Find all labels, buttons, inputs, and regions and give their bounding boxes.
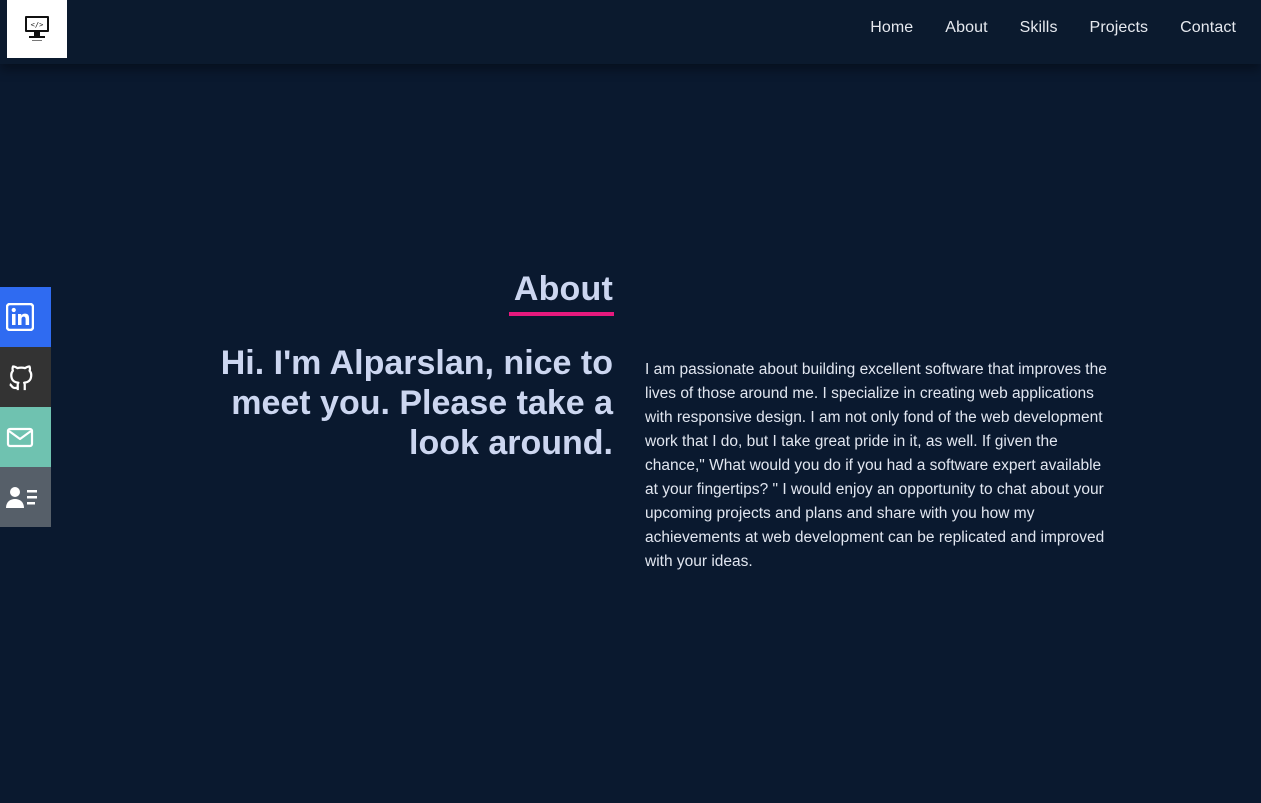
- svg-text:</>: </>: [31, 21, 44, 29]
- nav-about[interactable]: About: [945, 19, 987, 37]
- nav-projects[interactable]: Projects: [1090, 19, 1149, 37]
- social-sidebar: [0, 287, 51, 527]
- site-header: </> Home About Skills Projects Contact: [0, 0, 1261, 64]
- logo[interactable]: </>: [7, 0, 67, 58]
- nav-skills[interactable]: Skills: [1020, 19, 1058, 37]
- github-link[interactable]: [0, 347, 51, 407]
- linkedin-icon: [6, 303, 34, 331]
- bio-paragraph: I am passionate about building excellent…: [645, 360, 1107, 570]
- resume-icon: [6, 487, 37, 508]
- monitor-code-icon: </>: [25, 16, 49, 41]
- intro-headline: Hi. I'm Alparslan, nice to meet you. Ple…: [220, 344, 613, 462]
- email-link[interactable]: [0, 407, 51, 467]
- main-nav: Home About Skills Projects Contact: [870, 0, 1236, 56]
- mail-icon: [6, 427, 34, 448]
- nav-contact[interactable]: Contact: [1180, 19, 1236, 37]
- resume-link[interactable]: [0, 467, 51, 527]
- github-icon: [9, 365, 33, 391]
- linkedin-link[interactable]: [0, 287, 51, 347]
- title-underline: [509, 312, 614, 316]
- nav-home[interactable]: Home: [870, 19, 913, 37]
- section-title: About: [513, 270, 613, 308]
